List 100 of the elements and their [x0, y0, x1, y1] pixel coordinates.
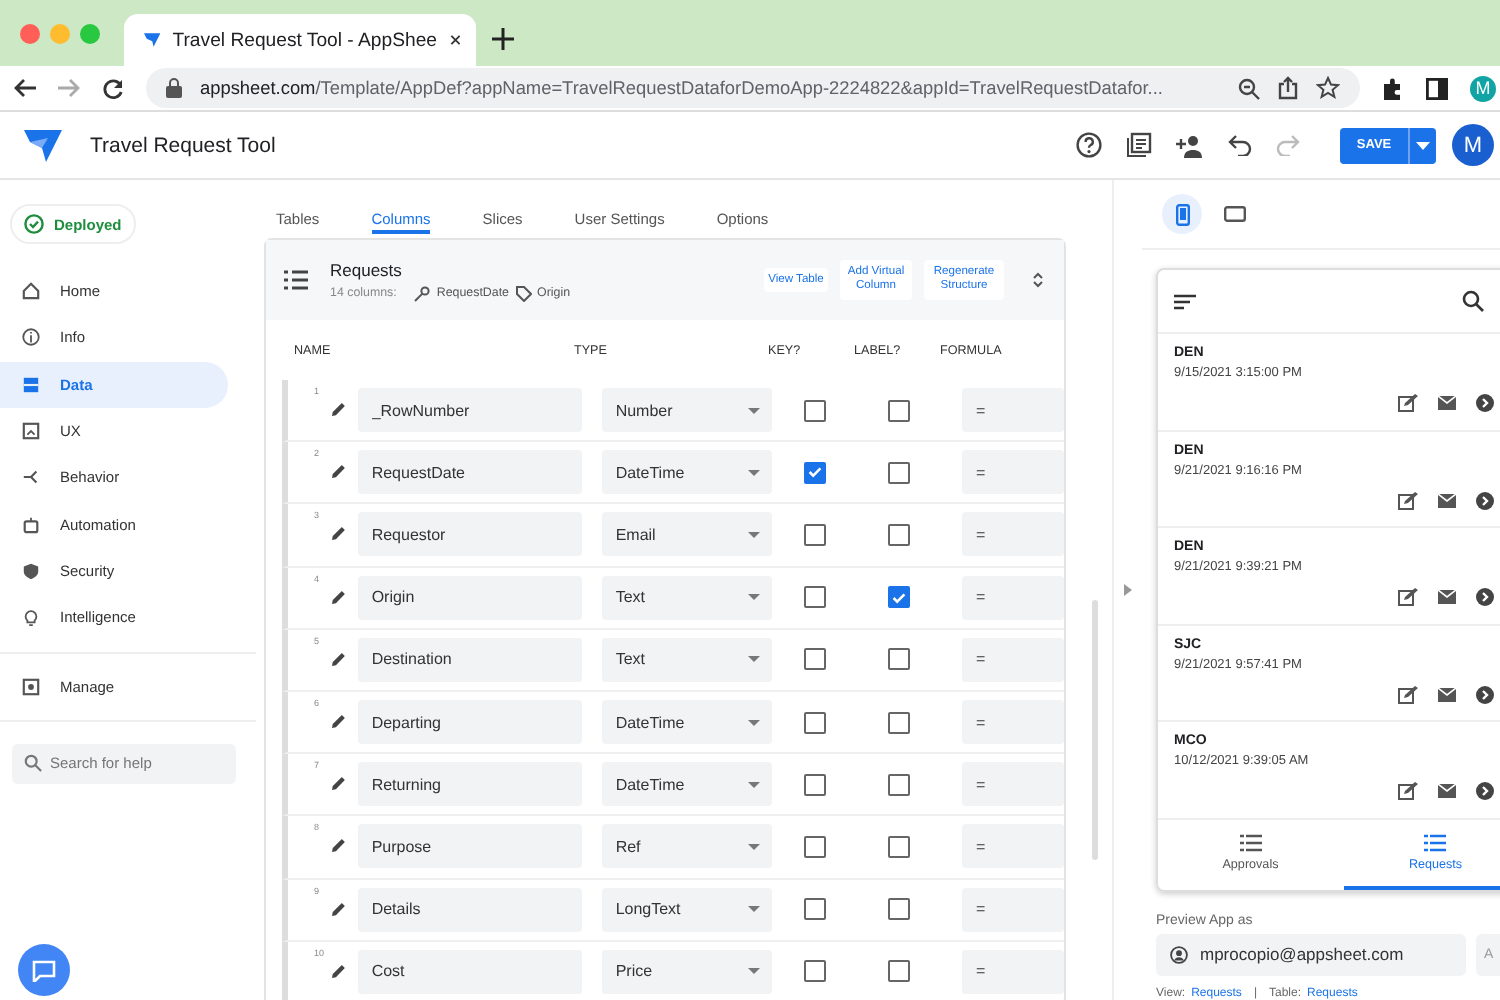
key-checkbox[interactable] [803, 399, 826, 422]
scrollbar[interactable] [1092, 600, 1098, 860]
close-icon[interactable] [449, 32, 460, 48]
share-icon[interactable] [1278, 76, 1298, 100]
sort-menu-icon[interactable] [1174, 293, 1196, 309]
edit-icon[interactable] [1398, 588, 1418, 607]
label-checkbox[interactable] [888, 399, 911, 422]
pencil-icon[interactable] [329, 838, 346, 855]
column-name-field[interactable]: Details [357, 887, 582, 932]
chevron-circle-icon[interactable] [1476, 491, 1494, 510]
type-dropdown[interactable]: Ref [601, 824, 772, 869]
type-dropdown[interactable]: DateTime [601, 762, 772, 807]
puzzle-icon[interactable] [1382, 77, 1404, 99]
label-checkbox[interactable] [888, 586, 911, 609]
column-name-field[interactable]: RequestDate [357, 450, 582, 495]
formula-field[interactable]: = [962, 450, 1065, 495]
label-checkbox[interactable] [888, 648, 911, 671]
column-name-field[interactable]: Origin [357, 575, 582, 620]
type-dropdown[interactable]: DateTime [601, 450, 772, 495]
expand-collapse-icon[interactable] [1032, 270, 1044, 290]
label-checkbox[interactable] [888, 898, 911, 921]
pencil-icon[interactable] [329, 963, 346, 980]
edit-icon[interactable] [1398, 491, 1418, 510]
user-email-field[interactable]: mprocopio@appsheet.com [1156, 933, 1466, 976]
chevron-circle-icon[interactable] [1476, 685, 1494, 704]
add-person-icon[interactable] [1176, 133, 1204, 157]
label-checkbox[interactable] [888, 523, 911, 546]
star-icon[interactable] [1316, 76, 1340, 100]
formula-field[interactable]: = [962, 388, 1065, 433]
pencil-icon[interactable] [329, 402, 346, 419]
key-checkbox[interactable] [803, 586, 826, 609]
reload-icon[interactable] [102, 77, 124, 99]
type-dropdown[interactable]: LongText [601, 887, 772, 932]
chevron-circle-icon[interactable] [1476, 394, 1494, 412]
key-checkbox[interactable] [803, 648, 826, 671]
type-dropdown[interactable]: Text [601, 637, 772, 682]
formula-field[interactable]: = [962, 762, 1065, 807]
new-tab-icon[interactable] [492, 28, 514, 50]
mail-icon[interactable] [1438, 493, 1456, 508]
edit-icon[interactable] [1398, 394, 1418, 412]
key-checkbox[interactable] [803, 960, 826, 983]
formula-field[interactable]: = [962, 512, 1065, 557]
label-checkbox[interactable] [888, 711, 911, 734]
zoom-icon[interactable] [1238, 77, 1260, 99]
key-checkbox[interactable] [803, 523, 826, 546]
type-dropdown[interactable]: Email [601, 512, 772, 557]
mail-icon[interactable] [1438, 396, 1456, 410]
phone-view-button[interactable] [1162, 194, 1202, 234]
type-dropdown[interactable]: Price [601, 949, 772, 994]
column-name-field[interactable]: Cost [357, 949, 582, 994]
mail-icon[interactable] [1438, 687, 1456, 702]
edit-icon[interactable] [1398, 782, 1418, 801]
type-dropdown[interactable]: Number [601, 388, 772, 433]
formula-field[interactable]: = [962, 949, 1065, 994]
formula-field[interactable]: = [962, 637, 1065, 682]
pencil-icon[interactable] [329, 901, 346, 918]
label-checkbox[interactable] [888, 835, 911, 858]
label-checkbox[interactable] [888, 461, 911, 484]
mail-icon[interactable] [1438, 784, 1456, 799]
back-icon[interactable] [14, 78, 36, 98]
search-icon[interactable] [1462, 290, 1484, 312]
column-name-field[interactable]: Destination [357, 637, 582, 682]
pencil-icon[interactable] [329, 526, 346, 543]
key-checkbox[interactable] [803, 898, 826, 921]
chevron-circle-icon[interactable] [1476, 782, 1494, 801]
key-checkbox[interactable] [803, 835, 826, 858]
pencil-icon[interactable] [329, 464, 346, 481]
key-checkbox[interactable] [803, 461, 826, 484]
save-options-button[interactable] [1408, 127, 1436, 163]
column-name-field[interactable]: _RowNumber [357, 388, 582, 433]
type-dropdown[interactable]: Text [601, 575, 772, 620]
help-icon[interactable] [1076, 132, 1102, 158]
label-checkbox[interactable] [888, 773, 911, 796]
collapse-arrow-icon[interactable] [1124, 584, 1132, 596]
pencil-icon[interactable] [329, 714, 346, 731]
column-name-field[interactable]: Purpose [357, 824, 582, 869]
key-checkbox[interactable] [803, 773, 826, 796]
pencil-icon[interactable] [329, 776, 346, 793]
sidebar-icon[interactable] [1426, 77, 1448, 99]
mail-icon[interactable] [1438, 590, 1456, 605]
key-checkbox[interactable] [803, 711, 826, 734]
edit-icon[interactable] [1398, 685, 1418, 704]
formula-field[interactable]: = [962, 575, 1065, 620]
label-checkbox[interactable] [888, 960, 911, 983]
formula-field[interactable]: = [962, 824, 1065, 869]
browser-tab[interactable]: Travel Request Tool - AppShee [124, 14, 476, 66]
type-dropdown[interactable]: DateTime [601, 700, 772, 745]
column-name-field[interactable]: Requestor [357, 512, 582, 557]
address-bar[interactable]: appsheet.com/Template/AppDef?appName=TravelRequestDataforDemoApp-2224822&appId=TravelRequestDatafor... [146, 68, 1360, 108]
chevron-circle-icon[interactable] [1476, 588, 1494, 607]
user-avatar[interactable]: M [1452, 124, 1494, 166]
undo-icon[interactable] [1228, 134, 1252, 156]
chat-button[interactable] [18, 944, 70, 996]
pencil-icon[interactable] [329, 651, 346, 668]
formula-field[interactable]: = [962, 700, 1065, 745]
formula-field[interactable]: = [962, 887, 1065, 932]
column-name-field[interactable]: Departing [357, 700, 582, 745]
column-name-field[interactable]: Returning [357, 762, 582, 807]
documents-icon[interactable] [1126, 132, 1152, 158]
pencil-icon[interactable] [329, 589, 346, 606]
